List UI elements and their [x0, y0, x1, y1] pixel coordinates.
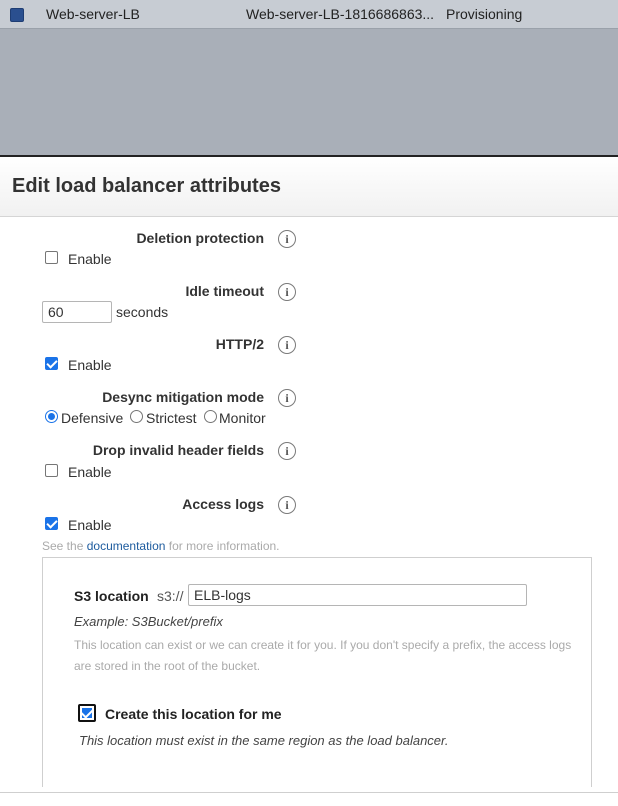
row-selected-checkbox[interactable]	[10, 8, 24, 22]
region-note: This location must exist in the same reg…	[79, 733, 449, 748]
modal-bottom-divider	[0, 792, 618, 793]
s3-description-line-1: This location can exist or we can create…	[74, 638, 572, 652]
s3-location-label: S3 location	[74, 588, 149, 604]
access-logs-enable-label: Enable	[68, 517, 112, 533]
table-row[interactable]: Web-server-LB Web-server-LB-1816686863..…	[0, 0, 618, 29]
s3-prefix: s3://	[157, 588, 184, 604]
help-suffix: for more information.	[168, 539, 280, 553]
help-prefix: See the	[42, 539, 84, 553]
http2-label: HTTP/2	[215, 336, 264, 352]
drop-invalid-enable-label: Enable	[68, 464, 112, 480]
deletion-protection-label: Deletion protection	[136, 230, 264, 246]
modal-header: Edit load balancer attributes	[0, 157, 618, 217]
load-balancer-list-background: Web-server-LB Web-server-LB-1816686863..…	[0, 0, 618, 156]
drop-invalid-checkbox[interactable]	[45, 464, 58, 477]
create-location-checkbox[interactable]	[78, 704, 96, 722]
deletion-protection-info-icon[interactable]: i	[278, 230, 296, 248]
access-logs-info-icon[interactable]: i	[278, 496, 296, 514]
idle-timeout-label: Idle timeout	[185, 283, 264, 299]
http2-info-icon[interactable]: i	[278, 336, 296, 354]
desync-strictest-label: Strictest	[146, 410, 197, 426]
s3-example: Example: S3Bucket/prefix	[74, 614, 223, 629]
access-logs-help: See the documentation for more informati…	[42, 539, 280, 553]
row-dns-name: Web-server-LB-1816686863...	[246, 6, 435, 22]
access-logs-checkbox[interactable]	[45, 517, 58, 530]
http2-enable-label: Enable	[68, 357, 112, 373]
access-logs-label: Access logs	[182, 496, 264, 512]
idle-timeout-info-icon[interactable]: i	[278, 283, 296, 301]
desync-monitor-label: Monitor	[219, 410, 266, 426]
edit-attributes-modal: Edit load balancer attributes Deletion p…	[0, 157, 618, 806]
desync-mitigation-label: Desync mitigation mode	[102, 389, 264, 405]
drop-invalid-label: Drop invalid header fields	[92, 442, 264, 458]
desync-defensive-radio[interactable]	[45, 410, 58, 423]
modal-title: Edit load balancer attributes	[12, 175, 281, 197]
deletion-protection-checkbox[interactable]	[45, 251, 58, 264]
row-state: Provisioning	[446, 6, 523, 22]
row-name: Web-server-LB	[46, 6, 140, 22]
desync-defensive-label: Defensive	[61, 410, 124, 426]
desync-mitigation-info-icon[interactable]: i	[278, 389, 296, 407]
documentation-link[interactable]: documentation	[87, 539, 166, 553]
create-location-label: Create this location for me	[105, 706, 282, 722]
drop-invalid-info-icon[interactable]: i	[278, 442, 296, 460]
s3-description-line-2: are stored in the root of the bucket.	[74, 659, 261, 673]
http2-checkbox[interactable]	[45, 357, 58, 370]
s3-location-input[interactable]	[188, 584, 527, 606]
idle-timeout-unit: seconds	[116, 304, 169, 320]
desync-monitor-radio[interactable]	[204, 410, 217, 423]
idle-timeout-input[interactable]	[42, 301, 112, 323]
desync-strictest-radio[interactable]	[130, 410, 143, 423]
deletion-protection-enable-label: Enable	[68, 251, 112, 267]
s3-location-panel: S3 location s3:// Example: S3Bucket/pref…	[42, 557, 592, 787]
